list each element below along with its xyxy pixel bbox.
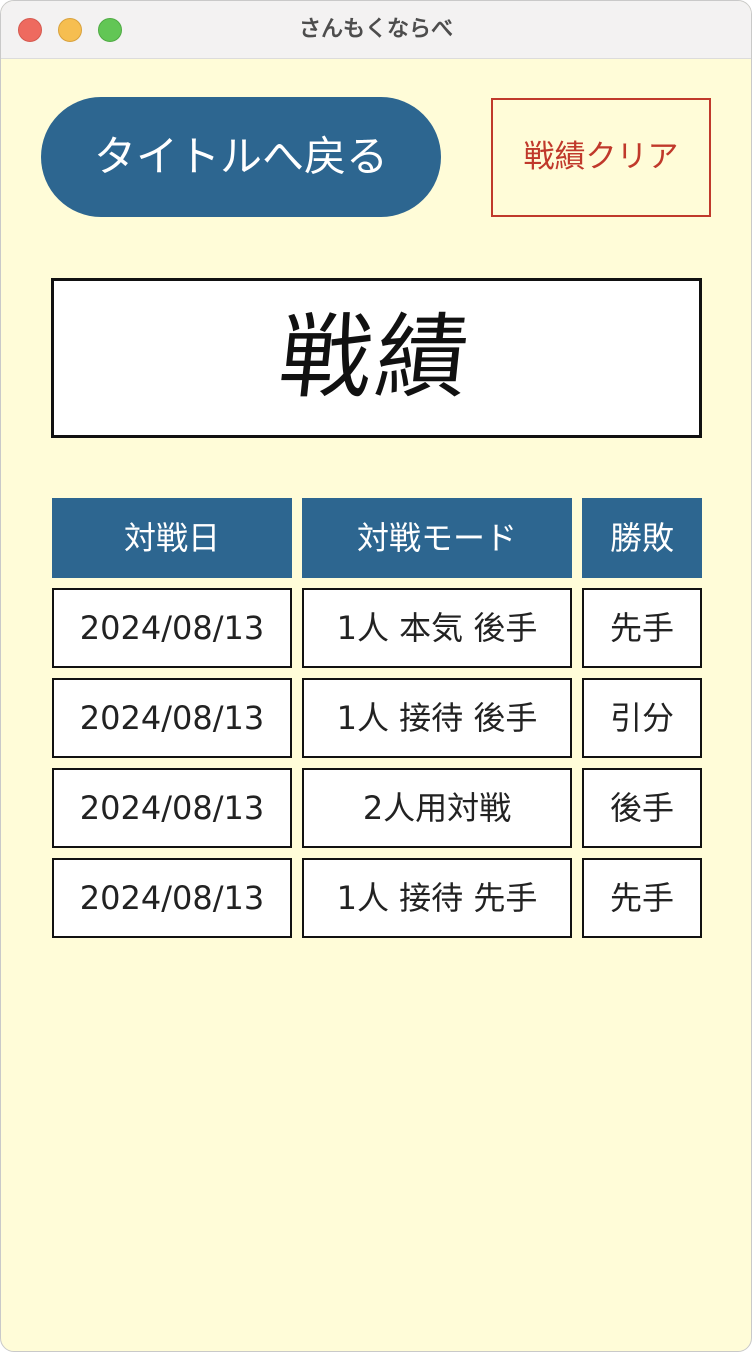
table-cell-mode: 1人 接待 後手	[302, 678, 572, 758]
column-header-date: 対戦日	[52, 498, 292, 578]
table-cell-date: 2024/08/13	[52, 768, 292, 848]
clear-record-button[interactable]: 戦績クリア	[491, 98, 711, 217]
table-cell-result: 引分	[582, 678, 702, 758]
table-cell-result: 先手	[582, 588, 702, 668]
table-cell-date: 2024/08/13	[52, 858, 292, 938]
back-to-title-button[interactable]: タイトルへ戻る	[41, 97, 441, 217]
table-cell-date: 2024/08/13	[52, 588, 292, 668]
page-title: 戦績	[274, 304, 479, 411]
table-cell-date: 2024/08/13	[52, 678, 292, 758]
title-bar: さんもくならべ	[1, 1, 751, 59]
table-cell-mode: 2人用対戦	[302, 768, 572, 848]
page-title-box: 戦績	[51, 278, 702, 438]
app-window: さんもくならべ タイトルへ戻る 戦績クリア 戦績 対戦日 対戦モード 勝敗 20…	[0, 0, 752, 1352]
table-cell-mode: 1人 接待 先手	[302, 858, 572, 938]
column-header-mode: 対戦モード	[302, 498, 572, 578]
window-title: さんもくならべ	[298, 17, 453, 42]
table-cell-result: 後手	[582, 768, 702, 848]
column-header-result: 勝敗	[582, 498, 702, 578]
table-cell-result: 先手	[582, 858, 702, 938]
table-cell-mode: 1人 本気 後手	[302, 588, 572, 668]
